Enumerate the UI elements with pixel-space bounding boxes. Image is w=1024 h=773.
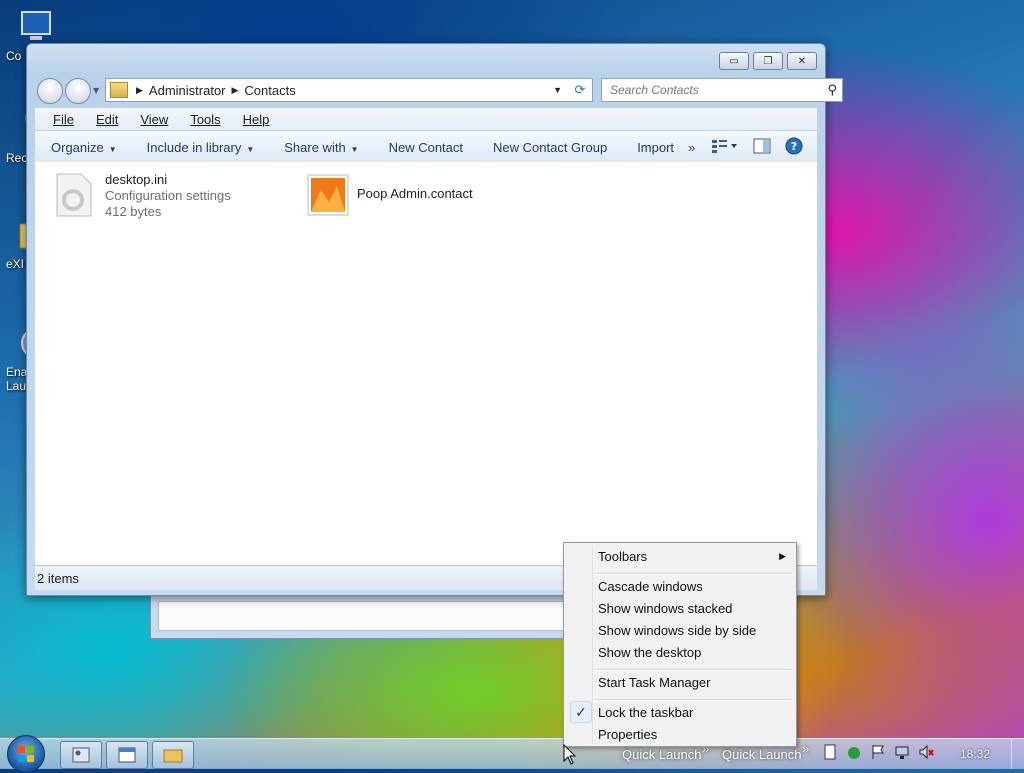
menu-item-properties[interactable]: Properties xyxy=(598,727,657,742)
help-icon: ? xyxy=(785,137,803,154)
menu-item-lock-the-taskbar[interactable]: Lock the taskbar xyxy=(598,705,693,720)
chevron-down-icon: ▼ xyxy=(350,144,359,154)
taskbar-app-2[interactable] xyxy=(106,741,148,769)
menu-item-show-the-desktop[interactable]: Show the desktop xyxy=(598,645,701,660)
windows-logo-icon xyxy=(18,746,34,762)
search-box[interactable]: ⚲ xyxy=(601,78,843,102)
window-app-icon xyxy=(118,747,136,763)
address-bar[interactable]: ▶ Administrator ▶ Contacts ▼ xyxy=(105,78,569,102)
preview-pane-button[interactable] xyxy=(753,138,771,157)
breadcrumb-administrator[interactable]: Administrator xyxy=(149,83,226,98)
show-desktop-button[interactable] xyxy=(1011,739,1024,769)
refresh-button[interactable]: ⟳ xyxy=(568,78,593,102)
background-window[interactable] xyxy=(150,594,582,639)
minimize-button[interactable]: ▭ xyxy=(719,52,749,70)
taskbar-context-menu: Toolbars ▶ Cascade windows Show windows … xyxy=(563,542,797,747)
breadcrumb-arrow-icon[interactable]: ▶ xyxy=(136,85,143,96)
menu-separator xyxy=(594,669,792,671)
forward-button[interactable] xyxy=(65,78,91,104)
svg-text:?: ? xyxy=(791,140,797,153)
quick-launch-toolbar-1[interactable]: Quick Launch xyxy=(622,747,702,762)
folder-icon xyxy=(110,82,128,98)
volume-muted-icon[interactable] xyxy=(918,744,934,760)
contact-icon xyxy=(307,174,349,216)
search-input[interactable] xyxy=(608,82,822,98)
system-tray xyxy=(822,744,934,760)
network-icon[interactable] xyxy=(894,744,910,760)
new-contact-button[interactable]: New Contact xyxy=(389,140,463,155)
recent-pages-dropdown-icon[interactable]: ▼ xyxy=(93,86,99,95)
checkmark-icon: ✓ xyxy=(570,701,592,723)
taskbar-app-1[interactable] xyxy=(60,741,102,769)
address-dropdown-icon[interactable]: ▼ xyxy=(553,85,562,95)
search-icon[interactable]: ⚲ xyxy=(827,83,837,98)
caption-buttons: ▭ ❐ ✕ xyxy=(719,52,817,70)
organize-button[interactable]: Organize ▼ xyxy=(51,140,117,155)
tray-security-icon[interactable] xyxy=(846,744,862,760)
folder-icon xyxy=(163,749,183,763)
item-count: 2 items xyxy=(37,570,79,586)
menu-separator xyxy=(594,699,792,701)
maximize-button[interactable]: ❐ xyxy=(753,52,783,70)
file-list[interactable]: desktop.ini Configuration settings 412 b… xyxy=(35,162,817,565)
explorer-window: ▭ ❐ ✕ ▼ ▶ Administrator ▶ Contacts ▼ ⟳ ⚲… xyxy=(26,43,843,596)
submenu-arrow-icon: ▶ xyxy=(779,551,786,561)
import-button[interactable]: Import xyxy=(637,140,674,155)
preview-pane-icon xyxy=(753,138,771,153)
include-in-library-button[interactable]: Include in library ▼ xyxy=(147,140,255,155)
menu-tools[interactable]: Tools xyxy=(190,112,220,127)
menu-file[interactable]: File xyxy=(53,112,74,127)
view-icon xyxy=(712,139,737,153)
close-button[interactable]: ✕ xyxy=(787,52,817,70)
contacts-app-icon xyxy=(72,747,90,763)
start-button[interactable] xyxy=(7,735,45,773)
address-row: ▼ ▶ Administrator ▶ Contacts ▼ ⟳ ⚲ xyxy=(35,78,843,104)
quick-launch-chevron-icon[interactable]: » xyxy=(802,741,809,756)
clock[interactable]: 18:32 xyxy=(960,747,990,761)
menu-edit[interactable]: Edit xyxy=(96,112,118,127)
menu-separator xyxy=(594,573,792,575)
refresh-icon: ⟳ xyxy=(574,82,586,98)
command-bar: Organize ▼ Include in library ▼ Share with… xyxy=(35,131,817,163)
breadcrumb-contacts[interactable]: Contacts xyxy=(244,83,295,98)
menu-help[interactable]: Help xyxy=(243,112,270,127)
computer-icon xyxy=(21,11,51,40)
breadcrumb-arrow-icon[interactable]: ▶ xyxy=(232,85,239,96)
file-name: desktop.ini xyxy=(105,172,168,187)
back-button[interactable] xyxy=(37,78,63,104)
settings-file-icon xyxy=(56,173,92,217)
flag-icon[interactable] xyxy=(870,744,886,760)
restore-icon: ❐ xyxy=(763,55,773,67)
tray-document-icon[interactable] xyxy=(822,744,838,760)
close-icon: ✕ xyxy=(797,55,807,67)
quick-launch-toolbar-2[interactable]: Quick Launch xyxy=(722,747,802,762)
new-contact-group-button[interactable]: New Contact Group xyxy=(493,140,607,155)
chevron-down-icon: ▼ xyxy=(108,144,117,154)
menu-item-cascade-windows[interactable]: Cascade windows xyxy=(598,579,703,594)
chevron-down-icon: ▼ xyxy=(246,144,255,154)
file-name: Poop Admin.contact xyxy=(357,186,473,201)
taskbar: Quick Launch » Quick Launch » 18:32 xyxy=(0,735,1024,773)
menu-item-toolbars[interactable]: Toolbars xyxy=(598,549,647,564)
share-with-button[interactable]: Share with ▼ xyxy=(284,140,358,155)
menu-item-show-windows-stacked[interactable]: Show windows stacked xyxy=(598,601,732,616)
menu-view[interactable]: View xyxy=(140,112,168,127)
file-item-desktop-ini[interactable]: desktop.ini Configuration settings 412 b… xyxy=(51,172,231,220)
menu-item-show-windows-side-by-side[interactable]: Show windows side by side xyxy=(598,623,756,638)
menu-bar: File Edit View Tools Help xyxy=(35,108,817,130)
taskbar-explorer[interactable] xyxy=(152,741,194,769)
menu-item-start-task-manager[interactable]: Start Task Manager xyxy=(598,675,710,690)
help-button[interactable]: ? xyxy=(785,137,803,158)
file-item-contact[interactable]: Poop Admin.contact xyxy=(307,174,473,216)
more-commands-icon[interactable]: » xyxy=(688,140,695,155)
minimize-icon: ▭ xyxy=(729,55,739,67)
view-options-button[interactable] xyxy=(711,139,739,156)
mouse-cursor-icon xyxy=(563,744,577,765)
file-type: Configuration settings xyxy=(105,188,231,203)
file-size: 412 bytes xyxy=(105,204,162,219)
